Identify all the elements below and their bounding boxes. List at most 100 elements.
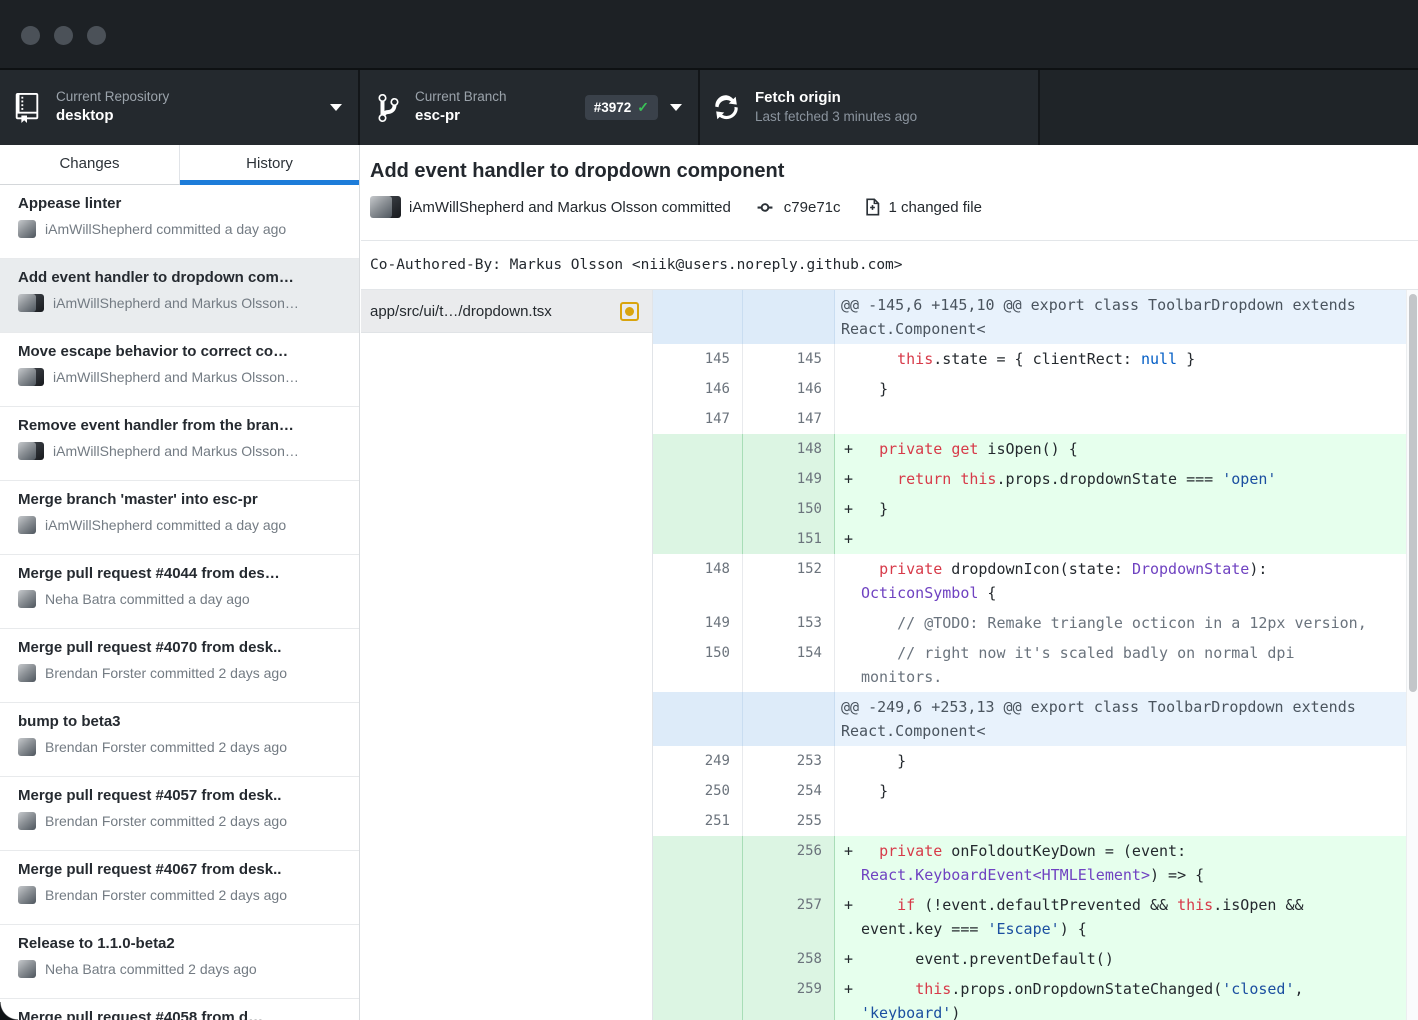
- sidebar-tabs: Changes History: [0, 145, 359, 185]
- commit-meta: iAmWillShepherd and Markus Olsson…: [53, 369, 299, 385]
- pr-status-badge: #3972 ✓: [585, 95, 658, 120]
- list-item[interactable]: Merge pull request #4058 from d…: [0, 999, 359, 1020]
- diff-area: app/src/ui/t…/dropdown.tsx @@ -145,6 +14…: [361, 290, 1418, 1020]
- commit-title: Add event handler to dropdown com…: [18, 269, 349, 286]
- commit-sha: c79e71c: [784, 199, 841, 216]
- branch-label: Current Branch: [415, 89, 507, 106]
- diff-line: 148152 private dropdownIcon(state: Dropd…: [653, 554, 1406, 608]
- commit-description: Co-Authored-By: Markus Olsson <niik@user…: [361, 240, 1418, 290]
- diff-line: 148+ private get isOpen() {: [653, 434, 1406, 464]
- diff-line: 150+ }: [653, 494, 1406, 524]
- repository-name: desktop: [56, 107, 169, 126]
- scrollbar-thumb[interactable]: [1409, 294, 1417, 692]
- diff-hunk-header: @@ -249,6 +253,13 @@ export class Toolba…: [653, 692, 1406, 746]
- repository-dropdown[interactable]: Current Repository desktop: [0, 70, 360, 145]
- avatar: [18, 516, 36, 534]
- commit-title: Release to 1.1.0-beta2: [18, 935, 349, 952]
- commit-title: Appease linter: [18, 195, 349, 212]
- avatar: [18, 664, 36, 682]
- list-item[interactable]: Merge pull request #4067 from desk..Bren…: [0, 851, 359, 925]
- diff-line: 257+ if (!event.defaultPrevented && this…: [653, 890, 1406, 944]
- commit-meta: Neha Batra committed 2 days ago: [45, 961, 257, 977]
- commit-list: Appease linter iAmWillShepherd committed …: [0, 185, 359, 1020]
- fetch-origin-button[interactable]: Fetch origin Last fetched 3 minutes ago: [700, 70, 1040, 145]
- commit-title: Merge pull request #4044 from des…: [18, 565, 349, 582]
- modified-file-icon: [620, 302, 639, 321]
- list-item[interactable]: Merge pull request #4070 from desk.. Bren…: [0, 629, 359, 703]
- commit-meta: Brendan Forster committed 2 days ago: [45, 665, 287, 681]
- repo-icon: [14, 93, 40, 123]
- avatar: [18, 738, 36, 756]
- commit-meta: Brendan Forster committed 2 days ago: [45, 739, 287, 755]
- tab-history[interactable]: History: [180, 145, 359, 184]
- list-item[interactable]: Remove event handler from the bran… iAmWi…: [0, 407, 359, 481]
- commit-summary: Add event handler to dropdown component …: [361, 145, 1418, 240]
- commit-title: bump to beta3: [18, 713, 349, 730]
- tab-changes[interactable]: Changes: [0, 145, 180, 184]
- diff-line: 258+ event.preventDefault(): [653, 944, 1406, 974]
- diff-line: 149153 // @TODO: Remake triangle octicon…: [653, 608, 1406, 638]
- diff-line: 259+ this.props.onDropdownStateChanged('…: [653, 974, 1406, 1020]
- commit-meta: iAmWillShepherd and Markus Olsson…: [53, 443, 299, 459]
- diff-hunk-header: @@ -145,6 +145,10 @@ export class Toolba…: [653, 290, 1406, 344]
- commit-meta: iAmWillShepherd committed a day ago: [45, 517, 286, 533]
- git-commit-icon: [753, 199, 777, 216]
- file-diff-icon: [863, 196, 882, 218]
- chevron-down-icon: [330, 104, 342, 111]
- sync-icon: [714, 93, 739, 123]
- file-path: app/src/ui/t…/dropdown.tsx: [370, 303, 620, 320]
- avatar: [18, 590, 36, 608]
- commit-title: Merge pull request #4057 from desk..: [18, 787, 349, 804]
- chevron-down-icon: [670, 104, 682, 111]
- diff-line: 149+ return this.props.dropdownState ===…: [653, 464, 1406, 494]
- list-item[interactable]: Add event handler to dropdown com…iAmWil…: [0, 259, 359, 333]
- avatar: [18, 960, 36, 978]
- list-item[interactable]: Merge pull request #4044 from des… Neha B…: [0, 555, 359, 629]
- fetch-label: Fetch origin: [755, 89, 917, 108]
- commit-meta: iAmWillShepherd committed a day ago: [45, 221, 286, 237]
- diff-line: 147147: [653, 404, 1406, 434]
- sidebar: Changes History Appease linter iAmWillShe…: [0, 145, 360, 1020]
- diff-scrollbar[interactable]: [1406, 290, 1418, 1020]
- list-item[interactable]: bump to beta3 Brendan Forster committed 2…: [0, 703, 359, 777]
- commit-meta: Neha Batra committed a day ago: [45, 591, 250, 607]
- avatar: [18, 442, 44, 460]
- commit-message-title: Add event handler to dropdown component: [370, 160, 1418, 183]
- git-branch-icon: [378, 92, 399, 124]
- window-corner: [0, 1002, 18, 1020]
- avatar: [370, 196, 400, 218]
- list-item[interactable]: Merge branch 'master' into esc-pr iAmWill…: [0, 481, 359, 555]
- diff-line: 150154 // right now it's scaled badly on…: [653, 638, 1406, 692]
- commit-title: Merge branch 'master' into esc-pr: [18, 491, 349, 508]
- avatar: [18, 368, 44, 386]
- avatar: [18, 886, 36, 904]
- committers-text: iAmWillShepherd and Markus Olsson commit…: [409, 199, 731, 216]
- branch-name: esc-pr: [415, 107, 507, 126]
- commit-title: Merge pull request #4070 from desk..: [18, 639, 349, 656]
- titlebar: [0, 0, 1418, 68]
- list-item[interactable]: Release to 1.1.0-beta2 Neha Batra committ…: [0, 925, 359, 999]
- diff-line: 151+: [653, 524, 1406, 554]
- changed-files-list: app/src/ui/t…/dropdown.tsx: [361, 290, 653, 1020]
- file-item[interactable]: app/src/ui/t…/dropdown.tsx: [361, 290, 652, 333]
- diff-line: 256+ private onFoldoutKeyDown = (event: …: [653, 836, 1406, 890]
- github-desktop-window: Current Repository desktop Current Branc…: [0, 0, 1418, 1020]
- diff-view: @@ -145,6 +145,10 @@ export class Toolba…: [653, 290, 1406, 1020]
- check-icon: ✓: [637, 99, 649, 116]
- list-item[interactable]: Move escape behavior to correct co…iAmWi…: [0, 333, 359, 407]
- commit-title: Remove event handler from the bran…: [18, 417, 349, 434]
- minimize-button[interactable]: [54, 26, 73, 45]
- list-item[interactable]: Appease linter iAmWillShepherd committed …: [0, 185, 359, 259]
- diff-line: 250254 }: [653, 776, 1406, 806]
- maximize-button[interactable]: [87, 26, 106, 45]
- commit-meta: Brendan Forster committed 2 days ago: [45, 887, 287, 903]
- branch-dropdown[interactable]: Current Branch esc-pr #3972 ✓: [360, 70, 700, 145]
- fetch-status: Last fetched 3 minutes ago: [755, 109, 917, 126]
- avatar: [18, 812, 36, 830]
- avatar: [18, 220, 36, 238]
- diff-line: 249253 }: [653, 746, 1406, 776]
- diff-line: 145145 this.state = { clientRect: null }: [653, 344, 1406, 374]
- list-item[interactable]: Merge pull request #4057 from desk..Bren…: [0, 777, 359, 851]
- toolbar: Current Repository desktop Current Branc…: [0, 68, 1418, 145]
- close-button[interactable]: [21, 26, 40, 45]
